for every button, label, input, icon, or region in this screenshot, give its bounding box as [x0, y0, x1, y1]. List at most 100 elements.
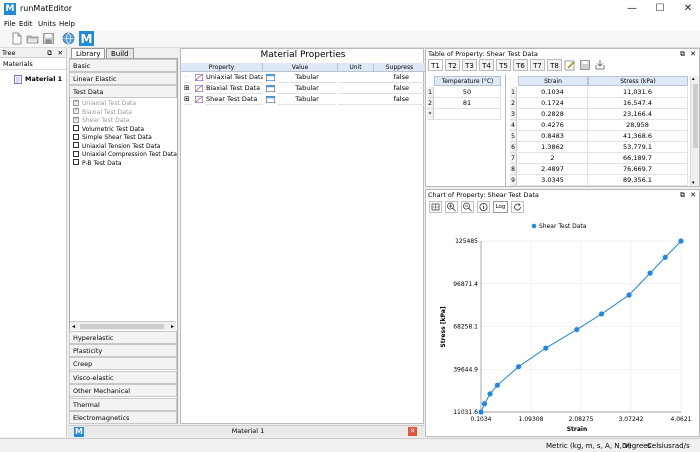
table-icon[interactable] — [266, 74, 275, 81]
data-point[interactable] — [478, 409, 484, 415]
property-value[interactable]: Tabular — [278, 72, 336, 83]
temperature-column-header[interactable]: Temperature (°C) — [434, 76, 501, 86]
category-basic[interactable]: Basic — [69, 59, 177, 72]
tab-library[interactable]: Library — [71, 48, 106, 58]
tab-build[interactable]: Build — [106, 48, 134, 58]
checkbox-shear-test-data[interactable]: Shear Test Data — [73, 115, 129, 125]
data-point[interactable] — [647, 270, 653, 276]
scroll-left-icon[interactable]: ◂ — [72, 322, 75, 331]
stress-cell[interactable]: 76,669.7 — [588, 164, 688, 175]
document-tab-material-1[interactable]: Material 1 — [218, 426, 278, 437]
save-icon[interactable] — [42, 32, 55, 45]
scroll-down-icon[interactable]: ▾ — [692, 180, 695, 186]
checkbox-uniaxial-test-data[interactable]: Uniaxial Test Data — [73, 98, 136, 108]
data-point[interactable] — [543, 345, 549, 351]
scrollbar-thumb[interactable] — [80, 324, 164, 329]
tab-t2[interactable]: T2 — [445, 59, 460, 71]
tab-t6[interactable]: T6 — [513, 59, 528, 71]
property-unit[interactable] — [338, 83, 374, 94]
import-icon[interactable] — [594, 59, 606, 71]
strain-column-header[interactable]: Strain — [518, 76, 588, 86]
property-unit[interactable] — [338, 72, 374, 83]
tab-t4[interactable]: T4 — [479, 59, 494, 71]
maximize-button[interactable]: ☐ — [650, 2, 670, 16]
menu-edit[interactable]: Edit — [19, 18, 33, 30]
tab-t7[interactable]: T7 — [530, 59, 545, 71]
column-header-suppress[interactable]: Suppress — [374, 63, 425, 72]
column-header-unit[interactable]: Unit — [338, 63, 374, 72]
checkbox-box[interactable] — [73, 159, 79, 165]
property-suppress[interactable]: false — [374, 94, 425, 105]
close-button[interactable]: ✕ — [678, 2, 698, 16]
category-electromagnetics[interactable]: Electromagnetics — [69, 411, 177, 424]
row-header[interactable]: 7 — [510, 153, 517, 164]
stress-cell[interactable]: 23,166.4 — [588, 109, 688, 120]
status-unit-system[interactable]: Metric (kg, m, s, A, N, V) — [546, 441, 631, 451]
checkbox-box[interactable] — [73, 125, 79, 131]
float-panel-icon[interactable]: ⧉ — [680, 49, 685, 59]
table-row[interactable]: ⊞ Biaxial Test Data Tabular false — [181, 83, 425, 94]
table-icon[interactable] — [266, 96, 275, 103]
category-other-mechanical[interactable]: Other Mechanical — [69, 384, 177, 397]
checkbox-box[interactable] — [73, 98, 79, 106]
stress-cell[interactable]: 16,547.4 — [588, 98, 688, 109]
category-plasticity[interactable]: Plasticity — [69, 344, 177, 357]
runmat-logo-icon[interactable]: M — [79, 31, 94, 46]
data-point[interactable] — [574, 326, 580, 333]
row-header[interactable]: 9 — [510, 175, 517, 186]
strain-cell[interactable]: 0.1724 — [518, 98, 588, 109]
tab-t8[interactable]: T8 — [547, 59, 562, 71]
checkbox-simple-shear-test-data[interactable]: Simple Shear Test Data — [73, 133, 152, 142]
expand-icon[interactable]: ⊞ — [184, 94, 192, 105]
checkbox-uniaxial-tension-test-data[interactable]: Uniaxial Tension Test Data — [73, 142, 160, 151]
data-point[interactable] — [662, 254, 668, 261]
checkbox-volumetric-test-data[interactable]: Volumetric Test Data — [73, 125, 144, 134]
menu-help[interactable]: Help — [59, 18, 75, 30]
checkbox-box[interactable] — [73, 150, 79, 157]
checkbox-pb-test-data[interactable]: P-B Test Data — [73, 159, 122, 168]
status-frequency-unit[interactable]: rad/s — [672, 441, 690, 451]
menu-units[interactable]: Units — [38, 18, 56, 30]
property-value[interactable]: Tabular — [278, 83, 336, 94]
zoom-out-icon[interactable] — [461, 201, 474, 213]
strain-cell[interactable]: 0.2828 — [518, 109, 588, 120]
row-header[interactable]: 2 — [427, 98, 434, 109]
category-test-data[interactable]: Test Data — [69, 85, 177, 98]
row-header[interactable]: 3 — [510, 109, 517, 120]
strain-cell[interactable]: 2 — [518, 153, 588, 164]
stress-cell[interactable]: 11,031.6 — [588, 87, 688, 98]
property-suppress[interactable]: false — [374, 72, 425, 83]
minimize-button[interactable]: — — [622, 2, 642, 16]
temperature-cell[interactable]: 50 — [434, 87, 501, 98]
category-hyperelastic[interactable]: Hyperelastic — [69, 331, 177, 344]
strain-cell[interactable]: 1.3862 — [518, 142, 588, 153]
temperature-new-row[interactable] — [434, 109, 501, 120]
scroll-up-icon[interactable]: ▴ — [692, 76, 695, 82]
stress-cell[interactable]: 28,958 — [588, 120, 688, 131]
table-row[interactable]: · Uniaxial Test Data Tabular false — [181, 72, 425, 83]
float-panel-icon[interactable]: ⧉ — [47, 48, 52, 58]
log-scale-button[interactable]: Log — [493, 201, 508, 213]
checkbox-box[interactable] — [73, 115, 79, 123]
property-unit[interactable] — [338, 94, 374, 105]
expand-icon[interactable]: ⊞ — [184, 83, 192, 94]
new-file-icon[interactable] — [10, 32, 23, 45]
column-header-value[interactable]: Value — [263, 63, 338, 72]
tab-t3[interactable]: T3 — [462, 59, 477, 71]
row-header[interactable]: 4 — [510, 120, 517, 131]
splitter[interactable] — [505, 74, 506, 187]
temperature-cell[interactable]: 81 — [434, 98, 501, 109]
save-table-icon[interactable] — [579, 59, 591, 71]
category-visco-elastic[interactable]: Visco-elastic — [69, 371, 177, 384]
scrollbar-thumb[interactable] — [693, 84, 698, 148]
stress-column-header[interactable]: Stress (kPa) — [588, 76, 688, 86]
checkbox-box[interactable] — [73, 142, 79, 148]
column-header-property[interactable]: Property — [181, 63, 263, 72]
data-point[interactable] — [678, 238, 684, 244]
category-linear-elastic[interactable]: Linear Elastic — [69, 72, 177, 85]
close-document-icon[interactable]: ✕ — [408, 427, 417, 436]
data-point[interactable] — [626, 292, 632, 298]
tree-item-material-1[interactable]: Material 1 — [14, 74, 62, 84]
data-point[interactable] — [598, 311, 605, 317]
table-icon[interactable] — [266, 85, 275, 92]
